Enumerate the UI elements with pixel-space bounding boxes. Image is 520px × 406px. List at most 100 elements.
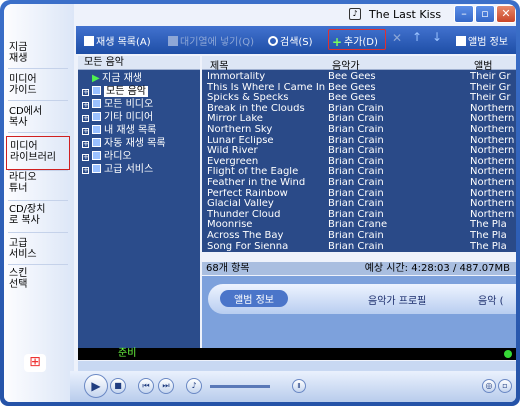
track-album: Northern bbox=[470, 156, 515, 167]
search-button[interactable]: 검색(S) bbox=[268, 33, 313, 48]
restore-button[interactable]: ▫ bbox=[475, 5, 495, 23]
tab-artist-profile[interactable]: 음악가 프로필 bbox=[368, 292, 426, 307]
music-folder-icon bbox=[92, 86, 101, 95]
library-toolbar: 재생 목록(A) 대기열에 넣기(Q) 검색(S) + 추가(D) ✕ ↑ ↓ 앨… bbox=[76, 26, 516, 54]
add-label: 추가(D) bbox=[344, 37, 378, 48]
track-row[interactable]: Moonrise Brian Crane The Pla bbox=[202, 220, 516, 231]
tree-item-label: 내 재생 목록 bbox=[104, 125, 157, 136]
track-artist: Bee Gees bbox=[328, 82, 376, 93]
tree-item-label: 지금 재생 bbox=[102, 73, 142, 84]
total-time: 예상 시간: 4:28:03 / 487.07MB bbox=[364, 263, 510, 274]
stop-button[interactable]: ■ bbox=[110, 378, 126, 394]
track-title: Spicks & Specks bbox=[207, 93, 289, 104]
divider bbox=[8, 170, 68, 171]
column-album[interactable]: 앨범 bbox=[474, 57, 492, 72]
track-row[interactable]: Evergreen Brian Crain Northern bbox=[202, 157, 516, 168]
seek-bar[interactable] bbox=[78, 361, 516, 371]
expand-icon[interactable]: + bbox=[82, 154, 89, 161]
tab-album-info[interactable]: 앨범 정보 bbox=[220, 290, 288, 307]
expand-icon[interactable]: + bbox=[82, 167, 89, 174]
minimize-button[interactable]: – bbox=[454, 5, 474, 23]
nav-skin-chooser[interactable]: 스킨 선택 bbox=[6, 268, 70, 290]
expand-icon[interactable]: + bbox=[82, 115, 89, 122]
mute-button[interactable]: ♪ bbox=[186, 378, 202, 394]
tree-item-my-playlists[interactable]: + 내 재생 목록 bbox=[82, 125, 156, 137]
tree-item-all-video[interactable]: + 모든 비디오 bbox=[82, 99, 153, 111]
track-row[interactable]: Immortality Bee Gees Their Gr bbox=[202, 72, 516, 83]
play-button[interactable]: ▶ bbox=[84, 374, 108, 398]
track-artist: Brian Crain bbox=[328, 156, 384, 167]
nav-copy-to-device[interactable]: CD/장치 로 복사 bbox=[6, 204, 70, 226]
track-artist: Brian Crain bbox=[328, 231, 384, 241]
track-row[interactable]: Mirror Lake Brian Crain Northern bbox=[202, 114, 516, 125]
queue-icon bbox=[168, 36, 178, 46]
tree-item-all-music[interactable]: + 모든 음악 bbox=[82, 86, 148, 98]
move-up-icon[interactable]: ↑ bbox=[412, 30, 422, 44]
track-row[interactable]: Glacial Valley Brian Crain Northern bbox=[202, 199, 516, 210]
tree-item-radio[interactable]: + 라디오 bbox=[82, 151, 132, 163]
add-button[interactable]: + 추가(D) bbox=[332, 33, 378, 48]
track-title: Song For Sienna bbox=[207, 241, 289, 252]
track-row[interactable]: Wild River Brian Crain Northern bbox=[202, 146, 516, 157]
nav-copy-from-cd[interactable]: CD에서 복사 bbox=[6, 106, 70, 128]
info-center-pane: 앨범 정보 음악가 프로필 음악 ( bbox=[202, 276, 516, 348]
track-title: Perfect Rainbow bbox=[207, 188, 288, 199]
options-icon[interactable]: ◎ bbox=[482, 379, 496, 393]
nav-media-library[interactable]: 미디어 라이브러리 bbox=[6, 136, 70, 170]
track-title: Moonrise bbox=[207, 220, 253, 231]
queue-button[interactable]: 대기열에 넣기(Q) bbox=[168, 33, 254, 48]
track-artist: Brian Crain bbox=[328, 209, 384, 220]
close-button[interactable]: ✕ bbox=[496, 5, 516, 23]
track-row[interactable]: Feather in the Wind Brian Crain Northern bbox=[202, 178, 516, 189]
switch-mode-icon[interactable]: ▫ bbox=[498, 379, 512, 393]
track-row[interactable]: Break in the Clouds Brian Crain Northern bbox=[202, 104, 516, 115]
move-down-icon[interactable]: ↓ bbox=[432, 30, 442, 44]
tab-more[interactable]: 음악 ( bbox=[478, 292, 503, 307]
expand-icon[interactable]: + bbox=[82, 102, 89, 109]
player-window: 지금 재생 미디어 가이드 CD에서 복사 미디어 라이브러리 라디오 튜너 C… bbox=[0, 0, 520, 406]
expand-icon[interactable]: + bbox=[82, 89, 89, 96]
track-row[interactable]: This Is Where I Came In Bee Gees Their Gr bbox=[202, 83, 516, 94]
divider bbox=[8, 232, 68, 233]
playlist-button[interactable]: 재생 목록(A) bbox=[84, 33, 151, 48]
previous-button[interactable]: ⏮ bbox=[138, 378, 154, 394]
track-title: Wild River bbox=[207, 146, 258, 157]
track-row[interactable]: Perfect Rainbow Brian Crain Northern bbox=[202, 189, 516, 200]
track-row[interactable]: Across The Bay Brian Crain The Pla bbox=[202, 231, 516, 242]
track-album: Northern bbox=[470, 114, 515, 125]
nav-now-playing[interactable]: 지금 재생 bbox=[6, 42, 70, 64]
track-row[interactable]: Flight of the Eagle Brian Crain Northern bbox=[202, 167, 516, 178]
other-media-icon bbox=[92, 112, 101, 121]
album-info-icon bbox=[456, 36, 466, 46]
column-artist[interactable]: 음악가 bbox=[332, 57, 360, 72]
track-row[interactable]: Song For Sienna Brian Crain The Pla bbox=[202, 242, 516, 252]
search-label: 검색(S) bbox=[280, 37, 313, 48]
track-row[interactable]: Northern Sky Brian Crain Northern bbox=[202, 125, 516, 136]
column-title[interactable]: 제목 bbox=[210, 57, 228, 72]
status-light-icon bbox=[504, 350, 512, 358]
queue-label: 대기열에 넣기(Q) bbox=[180, 37, 255, 48]
track-row[interactable]: Spicks & Specks Bee Gees Their Gr bbox=[202, 93, 516, 104]
nav-radio-tuner[interactable]: 라디오 튜너 bbox=[6, 172, 70, 194]
volume-slider[interactable] bbox=[210, 385, 270, 388]
tree-item-auto-playlists[interactable]: + 자동 재생 목록 bbox=[82, 138, 166, 150]
delete-icon[interactable]: ✕ bbox=[392, 31, 402, 45]
nav-premium-services[interactable]: 고급 서비스 bbox=[6, 238, 70, 260]
next-button[interactable]: ⏭ bbox=[158, 378, 174, 394]
pause-indicator-icon[interactable]: Ⅱ bbox=[292, 379, 306, 393]
expand-icon[interactable]: + bbox=[82, 128, 89, 135]
expand-icon[interactable]: + bbox=[82, 141, 89, 148]
track-row[interactable]: Thunder Cloud Brian Crain Northern bbox=[202, 210, 516, 221]
album-info-button[interactable]: 앨범 정보 bbox=[456, 33, 508, 48]
track-row[interactable]: Lunar Eclipse Brian Crain Northern bbox=[202, 136, 516, 147]
tree-item-label: 자동 재생 목록 bbox=[104, 138, 166, 149]
tree-header[interactable]: 모든 음악 bbox=[78, 56, 200, 70]
track-title: Northern Sky bbox=[207, 125, 273, 135]
tree-item-premium-services[interactable]: + 고급 서비스 bbox=[82, 164, 153, 176]
tree-item-other-media[interactable]: + 기타 미디어 bbox=[82, 112, 153, 124]
nav-media-guide[interactable]: 미디어 가이드 bbox=[6, 74, 70, 96]
tree-item-now-playing[interactable]: ▶ 지금 재생 bbox=[82, 73, 142, 85]
window-title: The Last Kiss bbox=[369, 8, 442, 21]
track-album: Northern bbox=[470, 178, 515, 188]
video-icon bbox=[92, 99, 101, 108]
